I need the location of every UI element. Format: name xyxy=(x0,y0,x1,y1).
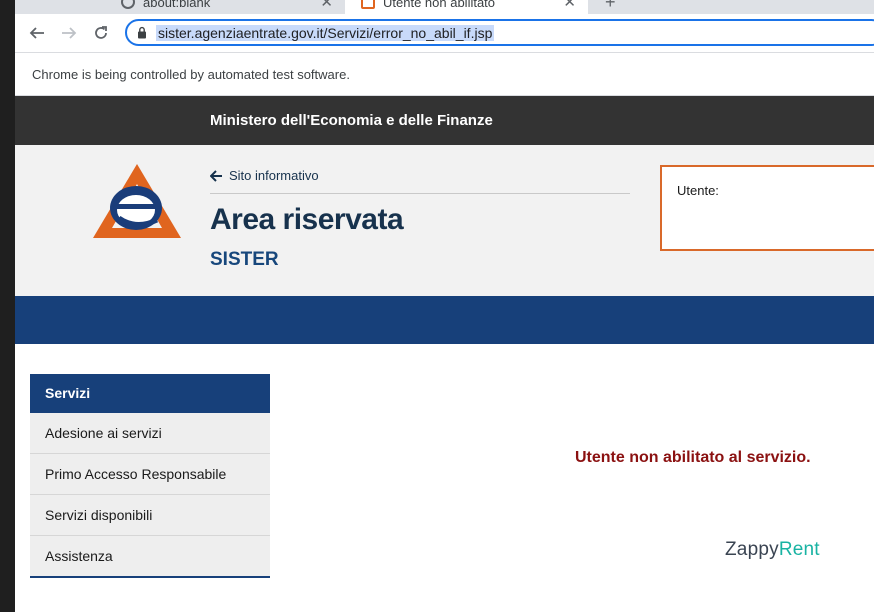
browser-toolbar: sister.agenziaentrate.gov.it/Servizi/err… xyxy=(15,14,874,53)
page-title: Area riservata xyxy=(210,203,404,236)
menu-header: Servizi xyxy=(30,374,270,413)
url-text[interactable]: sister.agenziaentrate.gov.it/Servizi/err… xyxy=(156,25,495,41)
user-label: Utente: xyxy=(677,183,719,198)
arrow-left-icon xyxy=(210,169,222,182)
menu-item-assistenza[interactable]: Assistenza xyxy=(30,536,270,578)
menu-item-adesione[interactable]: Adesione ai servizi xyxy=(30,413,270,454)
agenzia-entrate-logo[interactable] xyxy=(91,162,183,242)
lock-icon xyxy=(138,26,146,39)
ministry-bar: Ministero dell'Economia e delle Finanze xyxy=(15,96,874,145)
tab-strip: about:blank ✕ Utente non abilitato ✕ + xyxy=(15,0,874,14)
page-subtitle: SISTER xyxy=(210,249,279,270)
watermark-part1: Zappy xyxy=(725,539,779,560)
globe-icon xyxy=(121,0,135,9)
page-content: Ministero dell'Economia e delle Finanze … xyxy=(15,96,874,612)
menu-item-servizi-disponibili[interactable]: Servizi disponibili xyxy=(30,495,270,536)
zappyrent-watermark: ZappyRent xyxy=(725,539,820,561)
tab-active[interactable]: Utente non abilitato ✕ xyxy=(345,0,588,14)
close-icon[interactable]: ✕ xyxy=(563,0,576,11)
back-button[interactable] xyxy=(25,21,49,45)
ministry-name[interactable]: Ministero dell'Economia e delle Finanze xyxy=(210,112,493,129)
address-bar[interactable]: sister.agenziaentrate.gov.it/Servizi/err… xyxy=(125,19,874,46)
close-icon[interactable]: ✕ xyxy=(320,0,333,11)
tab-title: Utente non abilitato xyxy=(383,0,496,10)
automation-infobar: Chrome is being controlled by automated … xyxy=(15,53,874,96)
link-label: Sito informativo xyxy=(229,168,319,183)
tab-title: about:blank xyxy=(143,0,211,10)
divider xyxy=(210,193,630,194)
error-message: Utente non abilitato al servizio. xyxy=(575,449,811,466)
menu-item-primo-accesso[interactable]: Primo Accesso Responsabile xyxy=(30,454,270,495)
arrow-right-icon xyxy=(62,27,77,39)
forward-button[interactable] xyxy=(57,21,81,45)
new-tab-icon[interactable]: + xyxy=(605,0,616,13)
agenzia-favicon-icon xyxy=(361,0,375,9)
tab-about-blank[interactable]: about:blank ✕ xyxy=(105,0,345,14)
arrow-left-icon xyxy=(29,27,44,39)
reload-button[interactable] xyxy=(89,21,113,45)
sidebar-menu: Servizi Adesione ai servizi Primo Access… xyxy=(30,374,270,578)
nav-bar xyxy=(15,296,874,344)
user-box: Utente: xyxy=(660,165,874,251)
page-header: Sito informativo Area riservata SISTER U… xyxy=(15,145,874,296)
watermark-part2: Rent xyxy=(778,539,820,560)
sito-informativo-link[interactable]: Sito informativo xyxy=(210,168,319,183)
browser-window: about:blank ✕ Utente non abilitato ✕ + s… xyxy=(15,0,874,612)
infobar-text: Chrome is being controlled by automated … xyxy=(32,67,350,82)
reload-icon xyxy=(95,26,107,39)
